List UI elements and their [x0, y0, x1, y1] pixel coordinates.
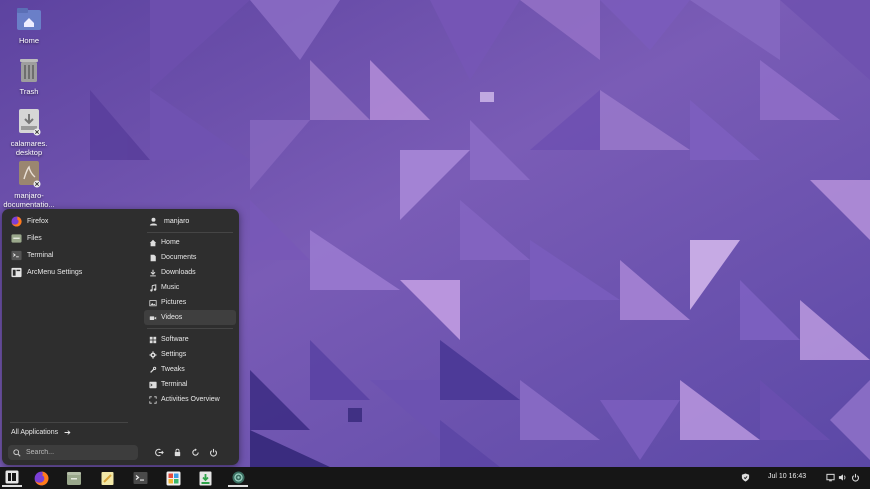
text-editor-icon: [101, 471, 113, 485]
system-item-tweaks[interactable]: Tweaks: [144, 362, 236, 377]
app-item-terminal[interactable]: Terminal: [8, 247, 132, 264]
taskbar-firefox-button[interactable]: [31, 469, 51, 487]
session-buttons: [155, 448, 218, 457]
desktop-icon-label: Home: [18, 36, 39, 45]
files-icon: [67, 471, 81, 485]
system-item-activities-overview[interactable]: Activities Overview: [144, 392, 236, 407]
user-name: manjaro: [164, 218, 190, 225]
firefox-icon: [11, 216, 22, 227]
terminal-icon: [149, 381, 157, 388]
place-item-pictures[interactable]: Pictures: [144, 295, 236, 310]
taskbar-settings-button[interactable]: [228, 469, 248, 487]
place-item-label: Music: [161, 284, 180, 291]
place-item-videos[interactable]: Videos: [144, 310, 236, 325]
app-item-files[interactable]: Files: [8, 230, 132, 247]
all-applications-label: All Applications: [11, 429, 59, 436]
volume-icon[interactable]: [838, 473, 847, 482]
power-icon[interactable]: [851, 473, 860, 482]
place-item-documents[interactable]: Documents: [144, 250, 236, 265]
system-item-settings[interactable]: Settings: [144, 347, 236, 362]
desktop-icon-label: Trash: [19, 87, 39, 96]
arcmenu-settings-icon: [11, 267, 22, 278]
place-item-label: Downloads: [161, 269, 196, 276]
divider: [10, 422, 128, 423]
desktop-icon-home[interactable]: Home: [2, 4, 56, 45]
places-column: manjaro Home Documents Downloads Music P…: [144, 213, 236, 407]
system-item-label: Activities Overview: [161, 396, 220, 403]
place-item-label: Documents: [161, 254, 197, 261]
system-item-label: Software: [161, 336, 189, 343]
system-item-software[interactable]: Software: [144, 332, 236, 347]
tweaks-icon: [150, 366, 157, 373]
place-item-home[interactable]: Home: [144, 235, 236, 250]
software-icon: [149, 336, 157, 343]
taskbar: Jul 10 16:43: [0, 467, 870, 489]
desktop-icon-calamares[interactable]: calamares. desktop: [2, 107, 56, 157]
arc-menu-panel: Firefox Files Terminal ArcMenu Settings …: [2, 209, 239, 465]
search-field[interactable]: [8, 445, 138, 460]
app-item-label: ArcMenu Settings: [27, 269, 83, 276]
folder-home-icon: [15, 4, 43, 34]
terminal-icon: [133, 472, 147, 484]
download-icon: [150, 269, 156, 276]
taskbar-installer-button[interactable]: [195, 469, 215, 487]
app-item-label: Firefox: [27, 218, 49, 225]
logout-icon[interactable]: [155, 448, 164, 457]
system-item-label: Settings: [161, 351, 187, 358]
place-item-label: Pictures: [161, 299, 187, 306]
system-item-label: Tweaks: [161, 366, 185, 373]
settings-icon: [232, 471, 244, 483]
activities-icon: [149, 395, 157, 404]
settings-icon: [149, 350, 157, 359]
app-item-label: Terminal: [27, 252, 54, 259]
software-icon: [166, 471, 180, 485]
system-item-label: Terminal: [161, 381, 188, 388]
app-list: Firefox Files Terminal ArcMenu Settings: [8, 213, 132, 281]
user-avatar-icon: [149, 217, 158, 226]
desktop-icon-trash[interactable]: Trash: [2, 55, 56, 96]
trash-icon: [15, 55, 43, 85]
divider: [147, 328, 233, 329]
arrow-right-icon: ➔: [64, 428, 71, 437]
shield-icon[interactable]: [741, 473, 750, 482]
divider: [147, 232, 233, 233]
search-input[interactable]: [26, 449, 131, 456]
power-icon[interactable]: [209, 448, 218, 457]
place-item-label: Home: [161, 239, 180, 246]
place-item-downloads[interactable]: Downloads: [144, 265, 236, 280]
terminal-icon: [11, 250, 22, 261]
app-item-arcmenu-settings[interactable]: ArcMenu Settings: [8, 264, 132, 281]
desktop-icon-label: manjaro- documentatio...: [3, 191, 55, 209]
app-item-firefox[interactable]: Firefox: [8, 213, 132, 230]
desktop-icon-manjaro-documentation[interactable]: manjaro- documentatio...: [2, 159, 56, 209]
picture-icon: [149, 299, 157, 306]
all-applications-button[interactable]: All Applications ➔: [11, 428, 71, 437]
taskbar-terminal-button[interactable]: [130, 469, 150, 487]
restart-icon[interactable]: [191, 448, 200, 457]
files-icon: [11, 234, 22, 243]
video-icon: [149, 315, 157, 320]
taskbar-software-button[interactable]: [163, 469, 183, 487]
system-item-terminal[interactable]: Terminal: [144, 377, 236, 392]
search-icon: [13, 448, 21, 457]
place-item-label: Videos: [161, 314, 183, 321]
arcmenu-icon: [5, 470, 19, 484]
taskbar-text-editor-button[interactable]: [97, 469, 117, 487]
music-icon: [150, 283, 157, 292]
taskbar-files-button[interactable]: [64, 469, 84, 487]
clock[interactable]: Jul 10 16:43: [768, 473, 806, 480]
app-item-label: Files: [27, 235, 42, 242]
home-icon: [149, 239, 157, 246]
taskbar-arcmenu-button[interactable]: [2, 469, 22, 487]
display-icon[interactable]: [826, 473, 835, 482]
user-account-button[interactable]: manjaro: [144, 213, 236, 230]
desktop-file-icon: [15, 107, 43, 137]
place-item-music[interactable]: Music: [144, 280, 236, 295]
installer-icon: [199, 471, 211, 485]
pdf-file-icon: [15, 159, 43, 189]
firefox-icon: [34, 471, 48, 485]
desktop-icon-label: calamares. desktop: [10, 139, 48, 157]
document-icon: [150, 254, 156, 261]
lock-icon[interactable]: [173, 448, 182, 457]
